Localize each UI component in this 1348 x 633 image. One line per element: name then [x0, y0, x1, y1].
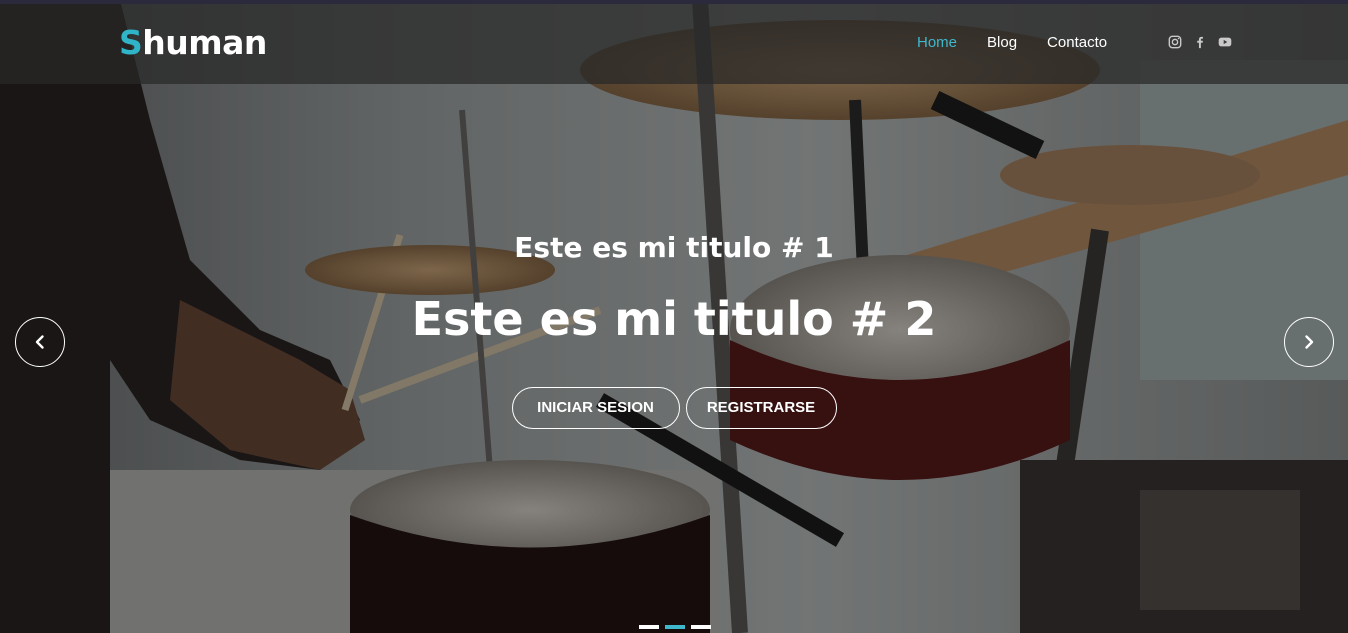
top-edge [0, 0, 1348, 4]
facebook-icon[interactable] [1193, 35, 1207, 49]
nav-blog[interactable]: Blog [987, 34, 1017, 52]
carousel-indicator[interactable] [639, 625, 659, 629]
carousel-indicator[interactable] [691, 625, 711, 629]
brand-logo-rest: human [142, 23, 267, 62]
site-header: Shuman Home Blog Contacto [0, 4, 1348, 84]
main-nav: Home Blog Contacto [917, 34, 1107, 52]
carousel-prev-button[interactable] [15, 317, 65, 367]
carousel-slide: Este es mi titulo # 1 Este es mi titulo … [0, 0, 1348, 633]
register-button[interactable]: REGISTRARSE [685, 387, 837, 429]
carousel-indicators [639, 625, 711, 629]
instagram-icon[interactable] [1168, 35, 1182, 49]
slide-title: Este es mi titulo # 2 [411, 292, 937, 346]
nav-home[interactable]: Home [917, 34, 957, 52]
chevron-right-icon [1305, 335, 1314, 349]
youtube-icon[interactable] [1218, 35, 1232, 49]
brand-logo-accent: S [119, 23, 143, 62]
nav-contacto[interactable]: Contacto [1047, 34, 1107, 52]
brand-logo[interactable]: Shuman [119, 24, 267, 62]
carousel-indicator-active[interactable] [665, 625, 685, 629]
login-button[interactable]: INICIAR SESION [511, 387, 680, 429]
slide-subtitle: Este es mi titulo # 1 [514, 231, 834, 264]
carousel-next-button[interactable] [1284, 317, 1334, 367]
slide-actions: INICIAR SESION REGISTRARSE [0, 387, 1348, 429]
social-links [1168, 35, 1232, 49]
chevron-left-icon [35, 335, 44, 349]
